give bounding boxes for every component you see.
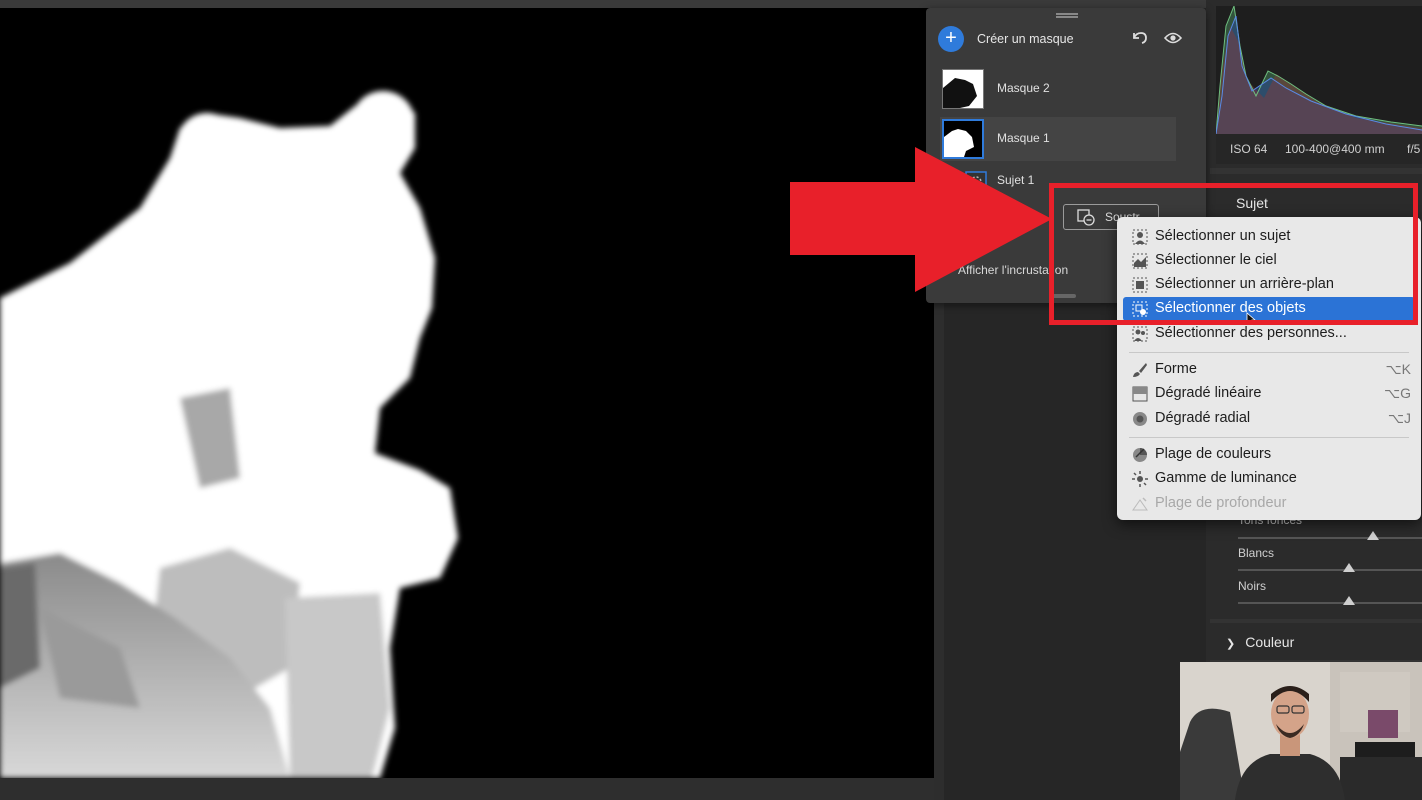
webcam-overlay xyxy=(1180,662,1422,800)
shortcut-label: ⌥K xyxy=(1385,361,1411,377)
menu-item-depth-range: Plage de profondeur xyxy=(1123,492,1415,516)
lens-value: 100-400@400 mm xyxy=(1285,142,1385,156)
menu-item-linear-gradient[interactable]: Dégradé linéaire ⌥G xyxy=(1123,382,1415,406)
menu-item-label: Plage de profondeur xyxy=(1155,495,1287,511)
chevron-down-icon: ❯ xyxy=(1226,638,1236,650)
panel-separator xyxy=(1210,168,1422,174)
mask-label: Masque 1 xyxy=(997,131,1050,145)
aperture-value: f/5 xyxy=(1407,142,1421,156)
drag-handle[interactable] xyxy=(1056,13,1078,18)
camera-info-bar: ISO 64 100-400@400 mm f/5 xyxy=(1216,134,1422,164)
menu-item-label: Plage de couleurs xyxy=(1155,446,1272,462)
iso-value: ISO 64 xyxy=(1230,142,1268,156)
create-mask-label: Créer un masque xyxy=(977,32,1074,46)
histogram xyxy=(1216,6,1422,134)
menu-item-brush[interactable]: Forme ⌥K xyxy=(1123,358,1415,382)
menu-item-luminance-range[interactable]: Gamme de luminance xyxy=(1123,467,1415,491)
menu-item-select-people[interactable]: Sélectionner des personnes... xyxy=(1123,322,1415,346)
color-section-label: Couleur xyxy=(1245,634,1295,650)
annotation-arrow xyxy=(790,147,1052,292)
blacks-slider-track[interactable] xyxy=(1238,602,1422,604)
whites-slider-track[interactable] xyxy=(1238,569,1422,571)
blacks-slider-label: Noirs xyxy=(1238,579,1267,593)
shortcut-label: ⌥J xyxy=(1387,410,1411,426)
menu-separator xyxy=(1129,352,1409,353)
color-section-header[interactable]: ❯ Couleur xyxy=(1226,634,1294,650)
whites-slider-label: Blancs xyxy=(1238,546,1275,560)
menu-separator xyxy=(1129,437,1409,438)
shadows-slider-track[interactable] xyxy=(1238,537,1422,539)
mask-item[interactable]: Masque 2 xyxy=(940,67,1176,111)
menu-item-label: Sélectionner des personnes... xyxy=(1155,325,1347,341)
brush-icon xyxy=(1133,363,1147,377)
canvas-bottom-bar xyxy=(0,778,934,800)
menu-item-label: Forme xyxy=(1155,361,1197,377)
mask-overlay-image xyxy=(0,91,458,778)
annotation-highlight-box xyxy=(1049,183,1418,325)
luminance-range-icon xyxy=(1132,471,1148,487)
whites-slider-thumb[interactable] xyxy=(1343,563,1355,572)
menu-item-radial-gradient[interactable]: Dégradé radial ⌥J xyxy=(1123,407,1415,431)
app-window: ISO 64 100-400@400 mm f/5 Sujet Tons fon… xyxy=(0,0,1422,800)
eye-icon[interactable] xyxy=(1164,31,1182,45)
menu-item-label: Gamme de luminance xyxy=(1155,470,1297,486)
mask-preview-canvas[interactable] xyxy=(0,8,934,778)
menu-item-label: Dégradé radial xyxy=(1155,410,1251,426)
color-range-icon xyxy=(1133,448,1147,462)
panel-separator xyxy=(1210,619,1422,623)
mask-label: Masque 2 xyxy=(997,81,1050,95)
people-select-icon xyxy=(1132,326,1148,342)
menu-item-label: Dégradé linéaire xyxy=(1155,385,1262,401)
create-mask-button[interactable]: + xyxy=(938,26,964,52)
menu-item-color-range[interactable]: Plage de couleurs xyxy=(1123,443,1415,467)
reset-icon[interactable] xyxy=(1130,30,1148,46)
depth-range-icon xyxy=(1132,497,1148,511)
shortcut-label: ⌥G xyxy=(1383,385,1411,401)
shadows-slider-thumb[interactable] xyxy=(1367,531,1379,540)
mask-thumbnail xyxy=(942,69,984,109)
blacks-slider-thumb[interactable] xyxy=(1343,596,1355,605)
radial-gradient-icon xyxy=(1133,412,1147,426)
linear-gradient-icon xyxy=(1132,386,1148,402)
